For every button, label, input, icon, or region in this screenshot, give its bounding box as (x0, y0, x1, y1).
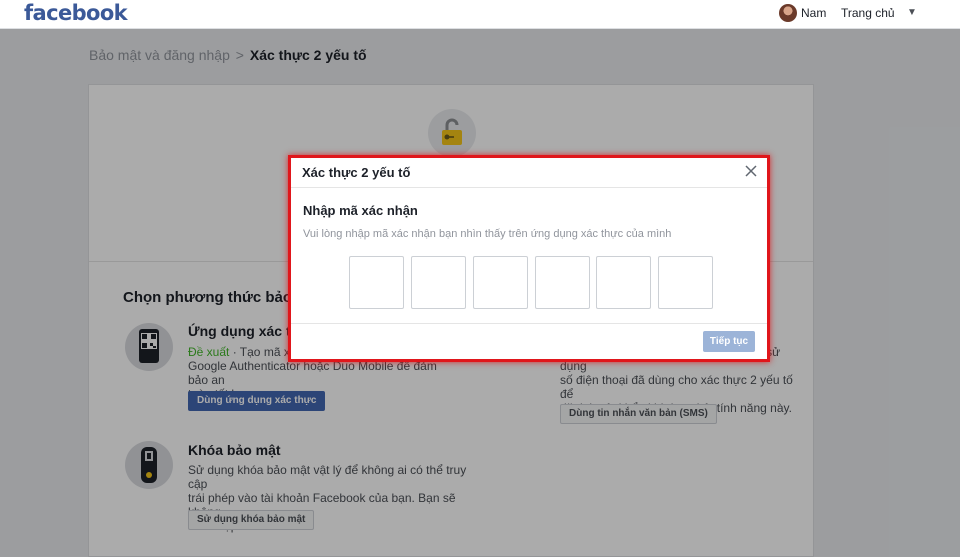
user-name-link[interactable]: Nam (801, 6, 826, 20)
code-digit-input[interactable] (535, 256, 590, 309)
close-icon[interactable] (743, 163, 759, 179)
dialog-heading: Nhập mã xác nhận (303, 203, 418, 218)
code-digit-input[interactable] (349, 256, 404, 309)
top-bar: facebook Nam Trang chủ ▼ (0, 0, 960, 29)
chevron-down-icon[interactable]: ▼ (904, 6, 920, 20)
code-digit-input[interactable] (596, 256, 651, 309)
code-digit-input[interactable] (658, 256, 713, 309)
code-digit-input[interactable] (411, 256, 466, 309)
avatar[interactable] (779, 4, 797, 22)
two-factor-dialog: Xác thực 2 yếu tố Nhập mã xác nhận Vui l… (288, 155, 770, 362)
dialog-footer-divider (291, 323, 767, 324)
dialog-header: Xác thực 2 yếu tố (291, 158, 767, 188)
facebook-logo[interactable]: facebook (24, 1, 128, 25)
home-link[interactable]: Trang chủ (841, 6, 895, 20)
dialog-title: Xác thực 2 yếu tố (302, 165, 411, 180)
continue-button[interactable]: Tiếp tục (703, 331, 755, 352)
code-digit-input[interactable] (473, 256, 528, 309)
dialog-instruction: Vui lòng nhập mã xác nhận bạn nhìn thấy … (303, 228, 672, 240)
